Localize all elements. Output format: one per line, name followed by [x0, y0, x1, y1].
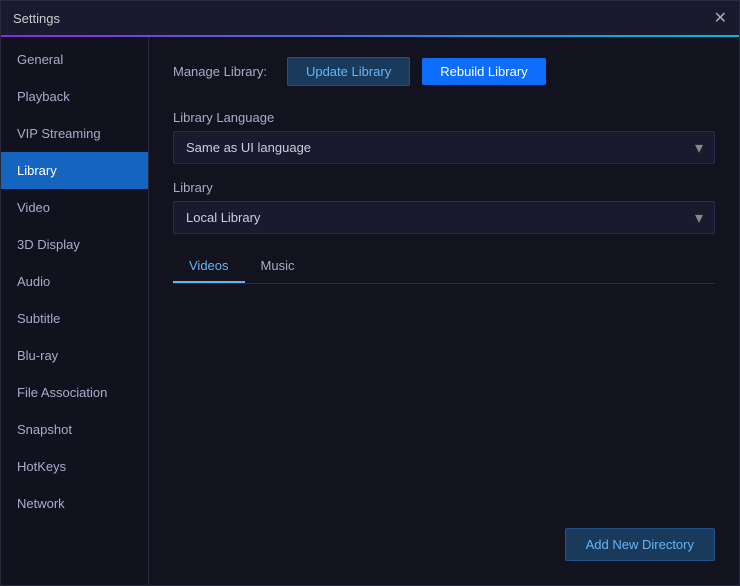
sidebar-item-snapshot[interactable]: Snapshot: [1, 411, 148, 448]
tab-content: [173, 284, 715, 516]
library-language-label: Library Language: [173, 110, 715, 125]
library-language-select-wrapper: Same as UI language: [173, 131, 715, 164]
manage-library-row: Manage Library: Update Library Rebuild L…: [173, 57, 715, 86]
content-area: GeneralPlaybackVIP StreamingLibraryVideo…: [1, 37, 739, 585]
library-select-wrapper: Local Library: [173, 201, 715, 234]
sidebar-item-playback[interactable]: Playback: [1, 78, 148, 115]
library-language-select[interactable]: Same as UI language: [173, 131, 715, 164]
sidebar-item-blu-ray[interactable]: Blu-ray: [1, 337, 148, 374]
sidebar-item-vip-streaming[interactable]: VIP Streaming: [1, 115, 148, 152]
library-select[interactable]: Local Library: [173, 201, 715, 234]
tab-videos[interactable]: Videos: [173, 250, 245, 283]
sidebar-item-hotkeys[interactable]: HotKeys: [1, 448, 148, 485]
settings-window: Settings ✕ GeneralPlaybackVIP StreamingL…: [0, 0, 740, 586]
sidebar-item-library[interactable]: Library: [1, 152, 148, 189]
rebuild-library-button[interactable]: Rebuild Library: [422, 58, 545, 85]
update-library-button[interactable]: Update Library: [287, 57, 410, 86]
tabs-row: VideosMusic: [173, 250, 715, 284]
sidebar-item-video[interactable]: Video: [1, 189, 148, 226]
library-language-group: Library Language Same as UI language: [173, 110, 715, 164]
sidebar-item-file-association[interactable]: File Association: [1, 374, 148, 411]
titlebar: Settings ✕: [1, 1, 739, 37]
sidebar-item-network[interactable]: Network: [1, 485, 148, 522]
add-new-directory-button[interactable]: Add New Directory: [565, 528, 715, 561]
sidebar-item-subtitle[interactable]: Subtitle: [1, 300, 148, 337]
tab-music[interactable]: Music: [245, 250, 311, 283]
manage-library-label: Manage Library:: [173, 64, 267, 79]
sidebar-item-general[interactable]: General: [1, 41, 148, 78]
sidebar: GeneralPlaybackVIP StreamingLibraryVideo…: [1, 37, 149, 585]
sidebar-item-audio[interactable]: Audio: [1, 263, 148, 300]
bottom-bar: Add New Directory: [173, 516, 715, 565]
window-title: Settings: [13, 11, 60, 26]
sidebar-item-3d-display[interactable]: 3D Display: [1, 226, 148, 263]
main-panel: Manage Library: Update Library Rebuild L…: [149, 37, 739, 585]
library-group: Library Local Library: [173, 180, 715, 234]
library-label: Library: [173, 180, 715, 195]
close-button[interactable]: ✕: [714, 8, 727, 28]
